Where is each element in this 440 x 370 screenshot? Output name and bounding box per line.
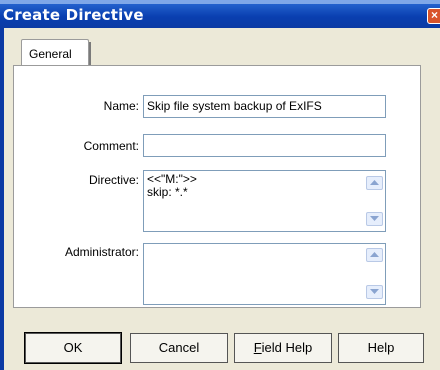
title-bar-top-strip <box>0 0 440 4</box>
administrator-field[interactable] <box>143 243 386 305</box>
directive-scroll-up[interactable] <box>366 176 383 190</box>
administrator-scroll-down[interactable] <box>366 285 383 299</box>
close-icon: × <box>431 8 439 22</box>
title-bar[interactable]: Create Directive × <box>0 0 440 28</box>
scroll-down-icon <box>370 289 379 294</box>
tab-general[interactable]: General <box>21 39 91 66</box>
directive-field[interactable]: <<"M:">> skip: *.* <box>143 170 386 232</box>
field-help-button[interactable]: Field Help <box>234 333 332 363</box>
button-row: OK Cancel Field Help Help <box>0 332 440 370</box>
help-button[interactable]: Help <box>338 333 424 363</box>
comment-field[interactable] <box>143 134 386 157</box>
administrator-scroll-up[interactable] <box>366 248 383 262</box>
scroll-up-icon <box>370 180 379 185</box>
field-help-mnemonic: F <box>253 340 262 355</box>
scroll-up-icon <box>370 252 379 257</box>
comment-label: Comment: <box>83 139 139 153</box>
directive-scroll-down[interactable] <box>366 212 383 226</box>
tab-edge <box>89 42 91 66</box>
name-label: Name: <box>103 99 139 113</box>
ok-button[interactable]: OK <box>24 332 122 364</box>
administrator-label: Administrator: <box>64 245 139 259</box>
directive-label: Directive: <box>88 173 139 187</box>
tab-general-label: General <box>29 47 72 61</box>
window-left-border <box>0 28 4 370</box>
field-help-label: ield Help <box>261 340 313 355</box>
window-title: Create Directive <box>3 6 144 24</box>
scroll-down-icon <box>370 216 379 221</box>
close-button[interactable]: × <box>427 8 440 24</box>
cancel-button[interactable]: Cancel <box>130 333 228 363</box>
name-field[interactable]: Skip file system backup of ExIFS <box>143 95 386 118</box>
